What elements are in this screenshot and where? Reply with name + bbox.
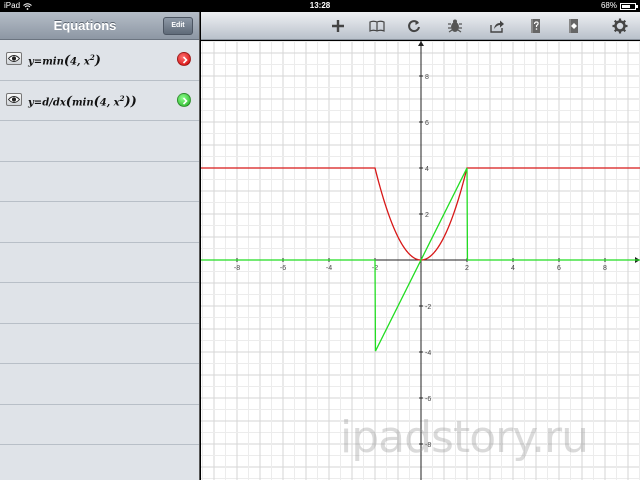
visibility-toggle-2[interactable] bbox=[6, 92, 22, 106]
equation-disclosure-button-1[interactable] bbox=[177, 52, 191, 66]
battery-icon bbox=[620, 2, 638, 10]
equation-text-1[interactable]: y=min(4, x2) bbox=[28, 53, 101, 68]
equations-panel: Equations Edit y=min(4, x2) y=d/dx(min(4… bbox=[0, 12, 200, 480]
x-tick-label: 2 bbox=[465, 265, 469, 272]
chevron-right-icon bbox=[182, 56, 188, 64]
equation-args: 4, x bbox=[70, 56, 90, 68]
help-book-icon bbox=[531, 19, 540, 33]
watermark-text: ipadstory.ru bbox=[340, 412, 589, 463]
edit-button[interactable]: Edit bbox=[163, 17, 193, 35]
refresh-button[interactable] bbox=[405, 17, 423, 35]
x-tick-label: 6 bbox=[557, 265, 561, 272]
battery-percent: 68% bbox=[600, 1, 617, 10]
empty-row[interactable] bbox=[0, 121, 199, 162]
x-tick-label: -6 bbox=[280, 265, 286, 272]
empty-row[interactable] bbox=[0, 202, 199, 243]
y-tick-label: 2 bbox=[425, 212, 429, 219]
y-tick-label: -2 bbox=[425, 304, 431, 311]
empty-row[interactable] bbox=[0, 364, 199, 405]
empty-row[interactable] bbox=[0, 445, 199, 480]
y-tick-label: 4 bbox=[425, 166, 429, 173]
refresh-icon bbox=[408, 20, 420, 33]
plus-icon bbox=[332, 20, 344, 32]
visibility-toggle-1[interactable] bbox=[6, 52, 22, 65]
y-tick-label: 8 bbox=[425, 74, 429, 81]
equation-suffix: ) bbox=[94, 53, 101, 69]
y-tick-label: 6 bbox=[425, 120, 429, 127]
status-bar: iPad 13:28 68% bbox=[0, 0, 640, 12]
share-icon bbox=[490, 20, 504, 33]
equation-args: 4, x bbox=[99, 96, 120, 108]
empty-row[interactable] bbox=[0, 324, 199, 364]
x-tick-label: -8 bbox=[234, 265, 240, 272]
empty-row[interactable] bbox=[0, 405, 199, 445]
info-book-button[interactable] bbox=[565, 17, 583, 35]
bug-icon bbox=[448, 19, 462, 33]
equation-suffix: )) bbox=[124, 93, 137, 109]
add-equation-button[interactable] bbox=[329, 17, 347, 35]
equation-list: y=min(4, x2) y=d/dx(min(4, x2)) bbox=[0, 40, 199, 480]
panel-title: Equations bbox=[53, 18, 117, 33]
equation-text-2[interactable]: y=d/dx(min(4, x2)) bbox=[28, 94, 137, 109]
equation-prefix: y=min bbox=[28, 56, 64, 68]
status-time: 13:28 bbox=[309, 1, 331, 10]
y-tick-label: -6 bbox=[425, 396, 431, 403]
settings-button[interactable] bbox=[611, 17, 629, 35]
x-tick-label: -4 bbox=[326, 265, 332, 272]
status-right: 68% bbox=[600, 0, 638, 12]
x-tick-label: 8 bbox=[603, 265, 607, 272]
gear-icon bbox=[612, 18, 628, 34]
library-button[interactable] bbox=[368, 17, 386, 35]
share-button[interactable] bbox=[488, 17, 506, 35]
help-button[interactable] bbox=[527, 17, 545, 35]
empty-row[interactable] bbox=[0, 162, 199, 202]
x-tick-label: 4 bbox=[511, 265, 515, 272]
equation-row-2[interactable]: y=d/dx(min(4, x2)) bbox=[0, 81, 199, 121]
equation-inner-fn: min bbox=[71, 96, 94, 108]
equation-disclosure-button-2[interactable] bbox=[177, 92, 191, 107]
chevron-right-icon bbox=[182, 96, 188, 105]
eye-icon bbox=[8, 55, 20, 62]
info-book-icon bbox=[569, 19, 578, 33]
empty-row[interactable] bbox=[0, 243, 199, 283]
book-icon bbox=[369, 20, 385, 32]
equations-header: Equations Edit bbox=[0, 12, 199, 40]
eye-icon bbox=[8, 95, 20, 103]
empty-row[interactable] bbox=[0, 283, 199, 324]
equation-row-1[interactable]: y=min(4, x2) bbox=[0, 40, 199, 81]
toolbar bbox=[201, 12, 640, 40]
debug-button[interactable] bbox=[446, 17, 464, 35]
equation-prefix: y=d/dx bbox=[28, 96, 66, 108]
y-tick-label: -4 bbox=[425, 350, 431, 357]
